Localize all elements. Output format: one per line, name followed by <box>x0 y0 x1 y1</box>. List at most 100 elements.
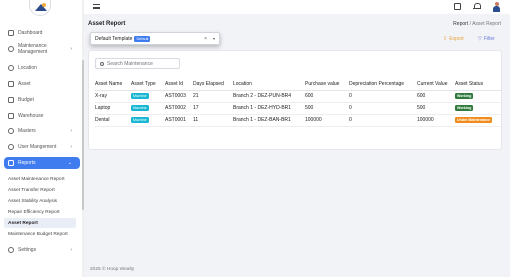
cell-current-value: 100000 <box>417 114 455 127</box>
chevron-right-icon: › <box>70 46 72 52</box>
template-select[interactable]: Default Template Default × ▾ <box>90 32 220 45</box>
filter-button[interactable]: ▽ Filter <box>478 36 495 42</box>
breadcrumb-report-link[interactable]: Report <box>453 21 468 27</box>
column-header[interactable]: Days Elapsed <box>193 78 233 91</box>
sidebar-subitem-repair-efficiency-report[interactable]: Repair Efficiency Report <box>8 207 60 217</box>
sidebar-item-location[interactable]: Location <box>0 62 84 74</box>
subitem-label: Asset Maintenance Report <box>8 176 65 182</box>
avatar-body <box>493 6 500 12</box>
gear-icon <box>8 247 14 253</box>
cell-days-elapsed: 11 <box>193 114 233 127</box>
sidebar-subitem-maintenance-budget-report[interactable]: Maintenance Budget Report <box>8 229 68 239</box>
expand-icon[interactable] <box>454 3 461 10</box>
chevron-right-icon: › <box>70 128 72 134</box>
sidebar-item-reports[interactable]: Reports ⌄ <box>4 157 80 169</box>
table-row[interactable]: Dental Machine AST0001 11 Branch 1 - DEZ… <box>95 114 501 127</box>
upload-icon: ⇪ <box>443 36 448 42</box>
asset-type-badge: Machine <box>131 105 149 111</box>
sidebar-item-label: Location <box>18 65 37 71</box>
search-icon <box>100 61 104 66</box>
brand-logo[interactable] <box>29 0 51 16</box>
clear-icon[interactable]: × <box>204 36 207 42</box>
sidebar-item-warehouse[interactable]: Warehouse <box>0 110 84 122</box>
cell-asset-status: Under Maintenance <box>455 114 501 127</box>
asset-type-badge: Machine <box>131 117 149 123</box>
sidebar-item-budget[interactable]: Budget <box>0 94 84 106</box>
chevron-down-icon[interactable]: ▾ <box>213 36 215 41</box>
cell-purchase-value: 100000 <box>305 114 349 127</box>
cell-depreciation: 0 <box>349 102 417 115</box>
logo-sun-icon <box>42 3 46 7</box>
sidebar: Dashboard Maintenance Management › Locat… <box>0 0 84 277</box>
search-box[interactable] <box>95 58 180 69</box>
warehouse-icon <box>8 113 14 119</box>
hamburger-icon[interactable] <box>93 4 100 9</box>
sidebar-item-user-management[interactable]: User Mangement › <box>0 141 84 153</box>
subitem-label: Repair Efficiency Report <box>8 209 60 215</box>
asset-type-badge: Machine <box>131 93 149 99</box>
sidebar-scrollbar-thumb[interactable] <box>82 60 84 210</box>
cell-asset-id: AST0001 <box>165 114 193 127</box>
cell-current-value: 500 <box>417 102 455 115</box>
search-input[interactable] <box>107 60 177 67</box>
cell-location: Branch 1 - DEZ-HYD-BR1 <box>233 102 305 115</box>
cell-asset-id: AST0002 <box>165 102 193 115</box>
wallet-icon <box>8 97 14 103</box>
cell-asset-type: Machine <box>131 90 165 103</box>
sidebar-item-asset[interactable]: Asset <box>0 78 84 90</box>
sidebar-item-masters[interactable]: Masters › <box>0 125 84 137</box>
asset-table: Asset Name Asset Type Asset Id Days Elap… <box>95 78 501 127</box>
cell-asset-name: Dental <box>95 114 131 127</box>
chevron-right-icon: › <box>70 247 72 253</box>
page-title: Asset Report <box>88 21 126 27</box>
filter-label: Filter <box>483 36 495 42</box>
column-header[interactable]: Asset Type <box>131 78 165 91</box>
report-card: Asset Name Asset Type Asset Id Days Elap… <box>88 50 502 150</box>
sidebar-subitem-asset-report[interactable]: Asset Report <box>4 218 76 228</box>
avatar[interactable] <box>492 2 501 12</box>
cell-depreciation: 0 <box>349 90 417 103</box>
column-header[interactable]: Asset Status <box>455 78 501 91</box>
bell-icon[interactable] <box>473 3 481 10</box>
column-header[interactable]: Asset Id <box>165 78 193 91</box>
cell-current-value: 600 <box>417 90 455 103</box>
chevron-right-icon: › <box>70 144 72 150</box>
default-badge: Default <box>134 35 151 42</box>
sidebar-subitem-asset-stability-analysis[interactable]: Asset Stability Analysis <box>8 196 57 206</box>
export-button[interactable]: ⇪ Export <box>443 36 464 42</box>
cell-asset-id: AST0003 <box>165 90 193 103</box>
sidebar-subitem-asset-transfer-report[interactable]: Asset Transfer Report <box>8 185 55 195</box>
cell-asset-type: Machine <box>131 114 165 127</box>
sidebar-item-dashboard[interactable]: Dashboard <box>0 27 84 39</box>
sidebar-subitem-asset-maintenance-report[interactable]: Asset Maintenance Report <box>8 174 65 184</box>
status-badge: Working <box>455 93 474 99</box>
subitem-label: Asset Transfer Report <box>8 187 55 193</box>
topbar <box>84 0 510 14</box>
column-header[interactable]: Location <box>233 78 305 91</box>
sidebar-item-settings[interactable]: Settings › <box>0 244 84 256</box>
column-header[interactable]: Depreciation Percentage <box>349 78 417 91</box>
masters-icon <box>8 128 14 134</box>
table-row[interactable]: Laptop Machine AST0002 17 Branch 1 - DEZ… <box>95 102 501 115</box>
table-row[interactable]: X-ray Machine AST0003 21 Branch 2 - DEZ-… <box>95 90 501 103</box>
status-badge: Working <box>455 105 474 111</box>
cell-location: Branch 1 - DEZ-BAN-BR1 <box>233 114 305 127</box>
sidebar-item-label: Settings <box>18 247 37 253</box>
column-header[interactable]: Purchase value <box>305 78 349 91</box>
table-header-row: Asset Name Asset Type Asset Id Days Elap… <box>95 78 501 91</box>
cell-depreciation: 0 <box>349 114 417 127</box>
chevron-down-icon: ⌄ <box>67 160 72 166</box>
cell-asset-status: Working <box>455 90 501 103</box>
subitem-label: Asset Stability Analysis <box>8 198 58 204</box>
column-header[interactable]: Current Value <box>417 78 455 91</box>
location-pin-icon <box>8 65 14 71</box>
template-select-value: Default Template <box>95 35 133 42</box>
breadcrumb: Report / Asset Report <box>453 21 501 27</box>
cell-days-elapsed: 21 <box>193 90 233 103</box>
sidebar-item-label: Asset <box>18 81 31 87</box>
sidebar-item-maintenance-management[interactable]: Maintenance Management › <box>0 42 84 56</box>
sidebar-item-label: Budget <box>18 97 34 103</box>
cell-asset-type: Machine <box>131 102 165 115</box>
column-header[interactable]: Asset Name <box>95 78 131 91</box>
wrench-icon <box>8 46 14 52</box>
